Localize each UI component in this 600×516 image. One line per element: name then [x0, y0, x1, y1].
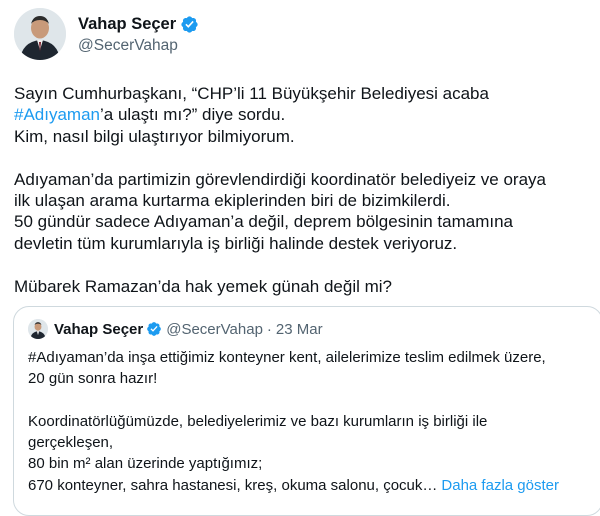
- quoted-display-name[interactable]: Vahap Seçer: [54, 321, 143, 338]
- author-handle[interactable]: @SecerVahap: [78, 37, 199, 55]
- tweet-line: Sayın Cumhurbaşkanı, “CHP’li 11 Büyükşeh…: [14, 84, 489, 103]
- quoted-date[interactable]: 23 Mar: [276, 321, 323, 338]
- tweet-line-text: ’a ulaştı mı?” diye sordu.: [100, 105, 286, 125]
- tweet-line: Adıyaman’da partimizin görevlendirdiği k…: [14, 169, 547, 189]
- quoted-line: 20 gün sonra hazır!: [28, 370, 158, 388]
- hashtag-link[interactable]: #Adıyaman: [14, 105, 100, 124]
- tweet-line: #Adıyaman’a ulaştı mı?” diye sordu.: [14, 104, 594, 125]
- tweet-line: Mübarek Ramazan’da hak yemek günah değil…: [14, 276, 392, 296]
- quoted-avatar[interactable]: [28, 319, 48, 339]
- quoted-line: 80 bin m² alan üzerinde yaptığımız;: [28, 455, 263, 473]
- avatar-portrait-icon: [14, 8, 66, 60]
- tweet-line: Kim, nasıl bilgi ulaştırıyor bilmiyorum.: [14, 126, 295, 146]
- quoted-handle[interactable]: @SecerVahap: [166, 321, 263, 338]
- tweet-author: Vahap Seçer @SecerVahap: [14, 8, 199, 60]
- tweet: Vahap Seçer @SecerVahap Sayın Cumhurbaşk…: [0, 0, 600, 516]
- separator-dot: ·: [266, 320, 272, 338]
- quoted-line: 670 konteyner, sahra hastanesi, kreş, ok…: [28, 475, 600, 496]
- tweet-text: Sayın Cumhurbaşkanı, “CHP’li 11 Büyükşeh…: [14, 83, 594, 297]
- verified-badge-icon: [180, 15, 199, 34]
- author-display-name[interactable]: Vahap Seçer: [78, 15, 176, 34]
- quoted-tweet-text: #Adıyaman’da inşa ettiğimiz konteyner ke…: [28, 347, 600, 496]
- quoted-line: gerçekleşen,: [28, 434, 114, 452]
- tweet-line: devletin tüm kurumlarıyla iş birliği hal…: [14, 233, 458, 253]
- quoted-tweet[interactable]: Vahap Seçer @SecerVahap · 23 Mar #Adıyam…: [13, 306, 600, 516]
- quoted-line-text: 670 konteyner, sahra hastanesi, kreş, ok…: [28, 476, 438, 494]
- quoted-line: Koordinatörlüğümüzde, belediyelerimiz ve…: [28, 412, 488, 430]
- tweet-line: ilk ulaşan arama kurtarma ekiplerinden b…: [14, 190, 451, 210]
- show-more-link[interactable]: Daha fazla göster: [441, 477, 559, 494]
- quoted-tweet-author: Vahap Seçer @SecerVahap · 23 Mar: [28, 319, 323, 339]
- quoted-line: #Adıyaman’da inşa ettiğimiz konteyner ke…: [28, 349, 546, 366]
- quoted-avatar-portrait-icon: [28, 319, 48, 339]
- tweet-line: 50 gündür sadece Adıyaman’a değil, depre…: [14, 212, 513, 232]
- verified-badge-icon: [146, 321, 162, 337]
- avatar[interactable]: [14, 8, 66, 60]
